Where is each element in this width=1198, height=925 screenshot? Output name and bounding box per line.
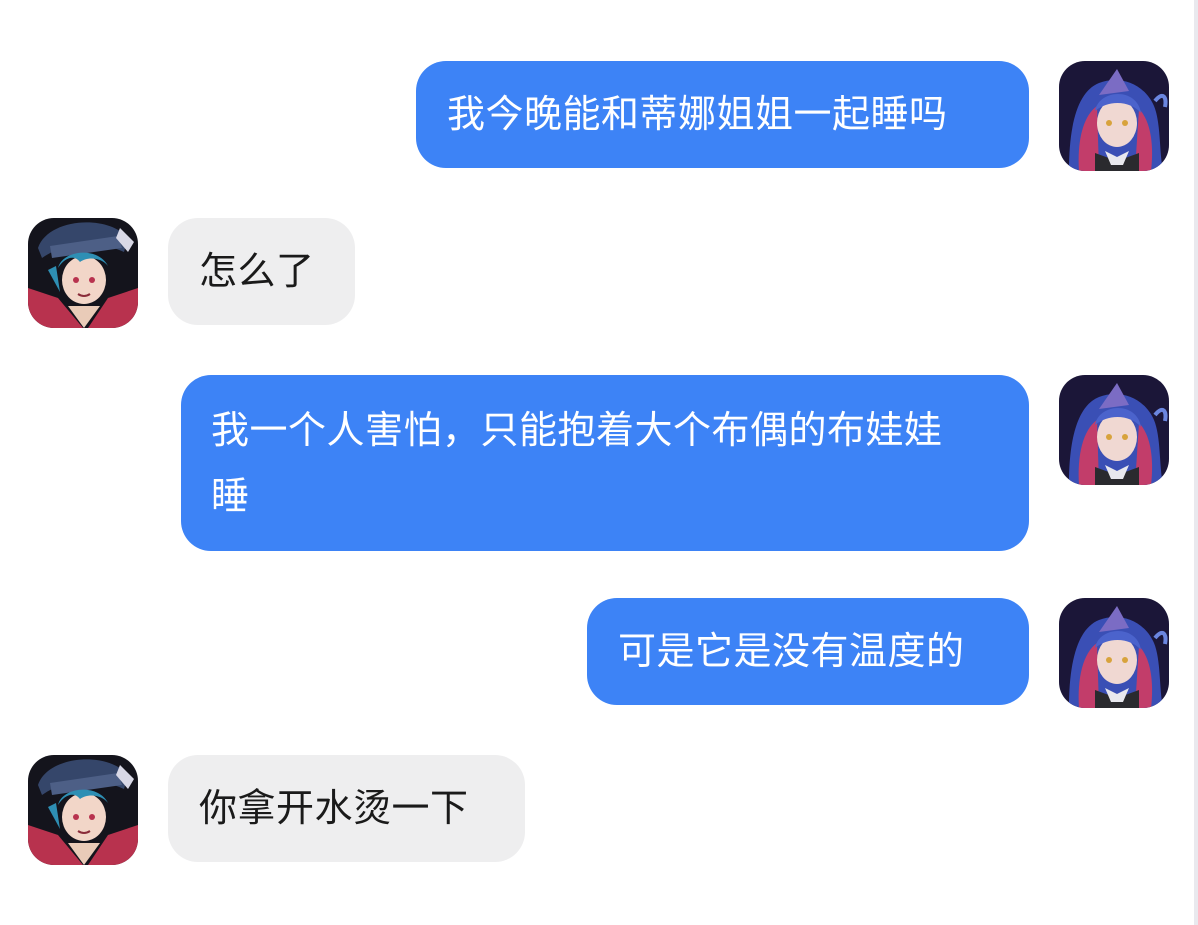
message-bubble[interactable]: 怎么了 — [168, 218, 355, 325]
message-text: 怎么了 — [199, 249, 315, 293]
girl-avatar-icon[interactable] — [1059, 375, 1169, 485]
message-bubble[interactable]: 可是它是没有温度的 — [587, 598, 1029, 705]
message-text: 可是它是没有温度的 — [618, 629, 965, 673]
girl-avatar-icon[interactable] — [1059, 598, 1169, 708]
boy-avatar-icon[interactable] — [28, 218, 138, 328]
message-text: 我一个人害怕，只能抱着大个布偶的布娃娃睡 — [211, 408, 943, 518]
message-bubble[interactable]: 我一个人害怕，只能抱着大个布偶的布娃娃睡 — [181, 375, 1029, 551]
scrollbar-track[interactable] — [1194, 0, 1198, 925]
message-text: 我今晚能和蒂娜姐姐一起睡吗 — [447, 92, 948, 136]
message-bubble[interactable]: 我今晚能和蒂娜姐姐一起睡吗 — [416, 61, 1029, 168]
message-bubble[interactable]: 你拿开水烫一下 — [168, 755, 525, 862]
girl-avatar-icon[interactable] — [1059, 61, 1169, 171]
message-text: 你拿开水烫一下 — [199, 786, 469, 830]
boy-avatar-icon[interactable] — [28, 755, 138, 865]
